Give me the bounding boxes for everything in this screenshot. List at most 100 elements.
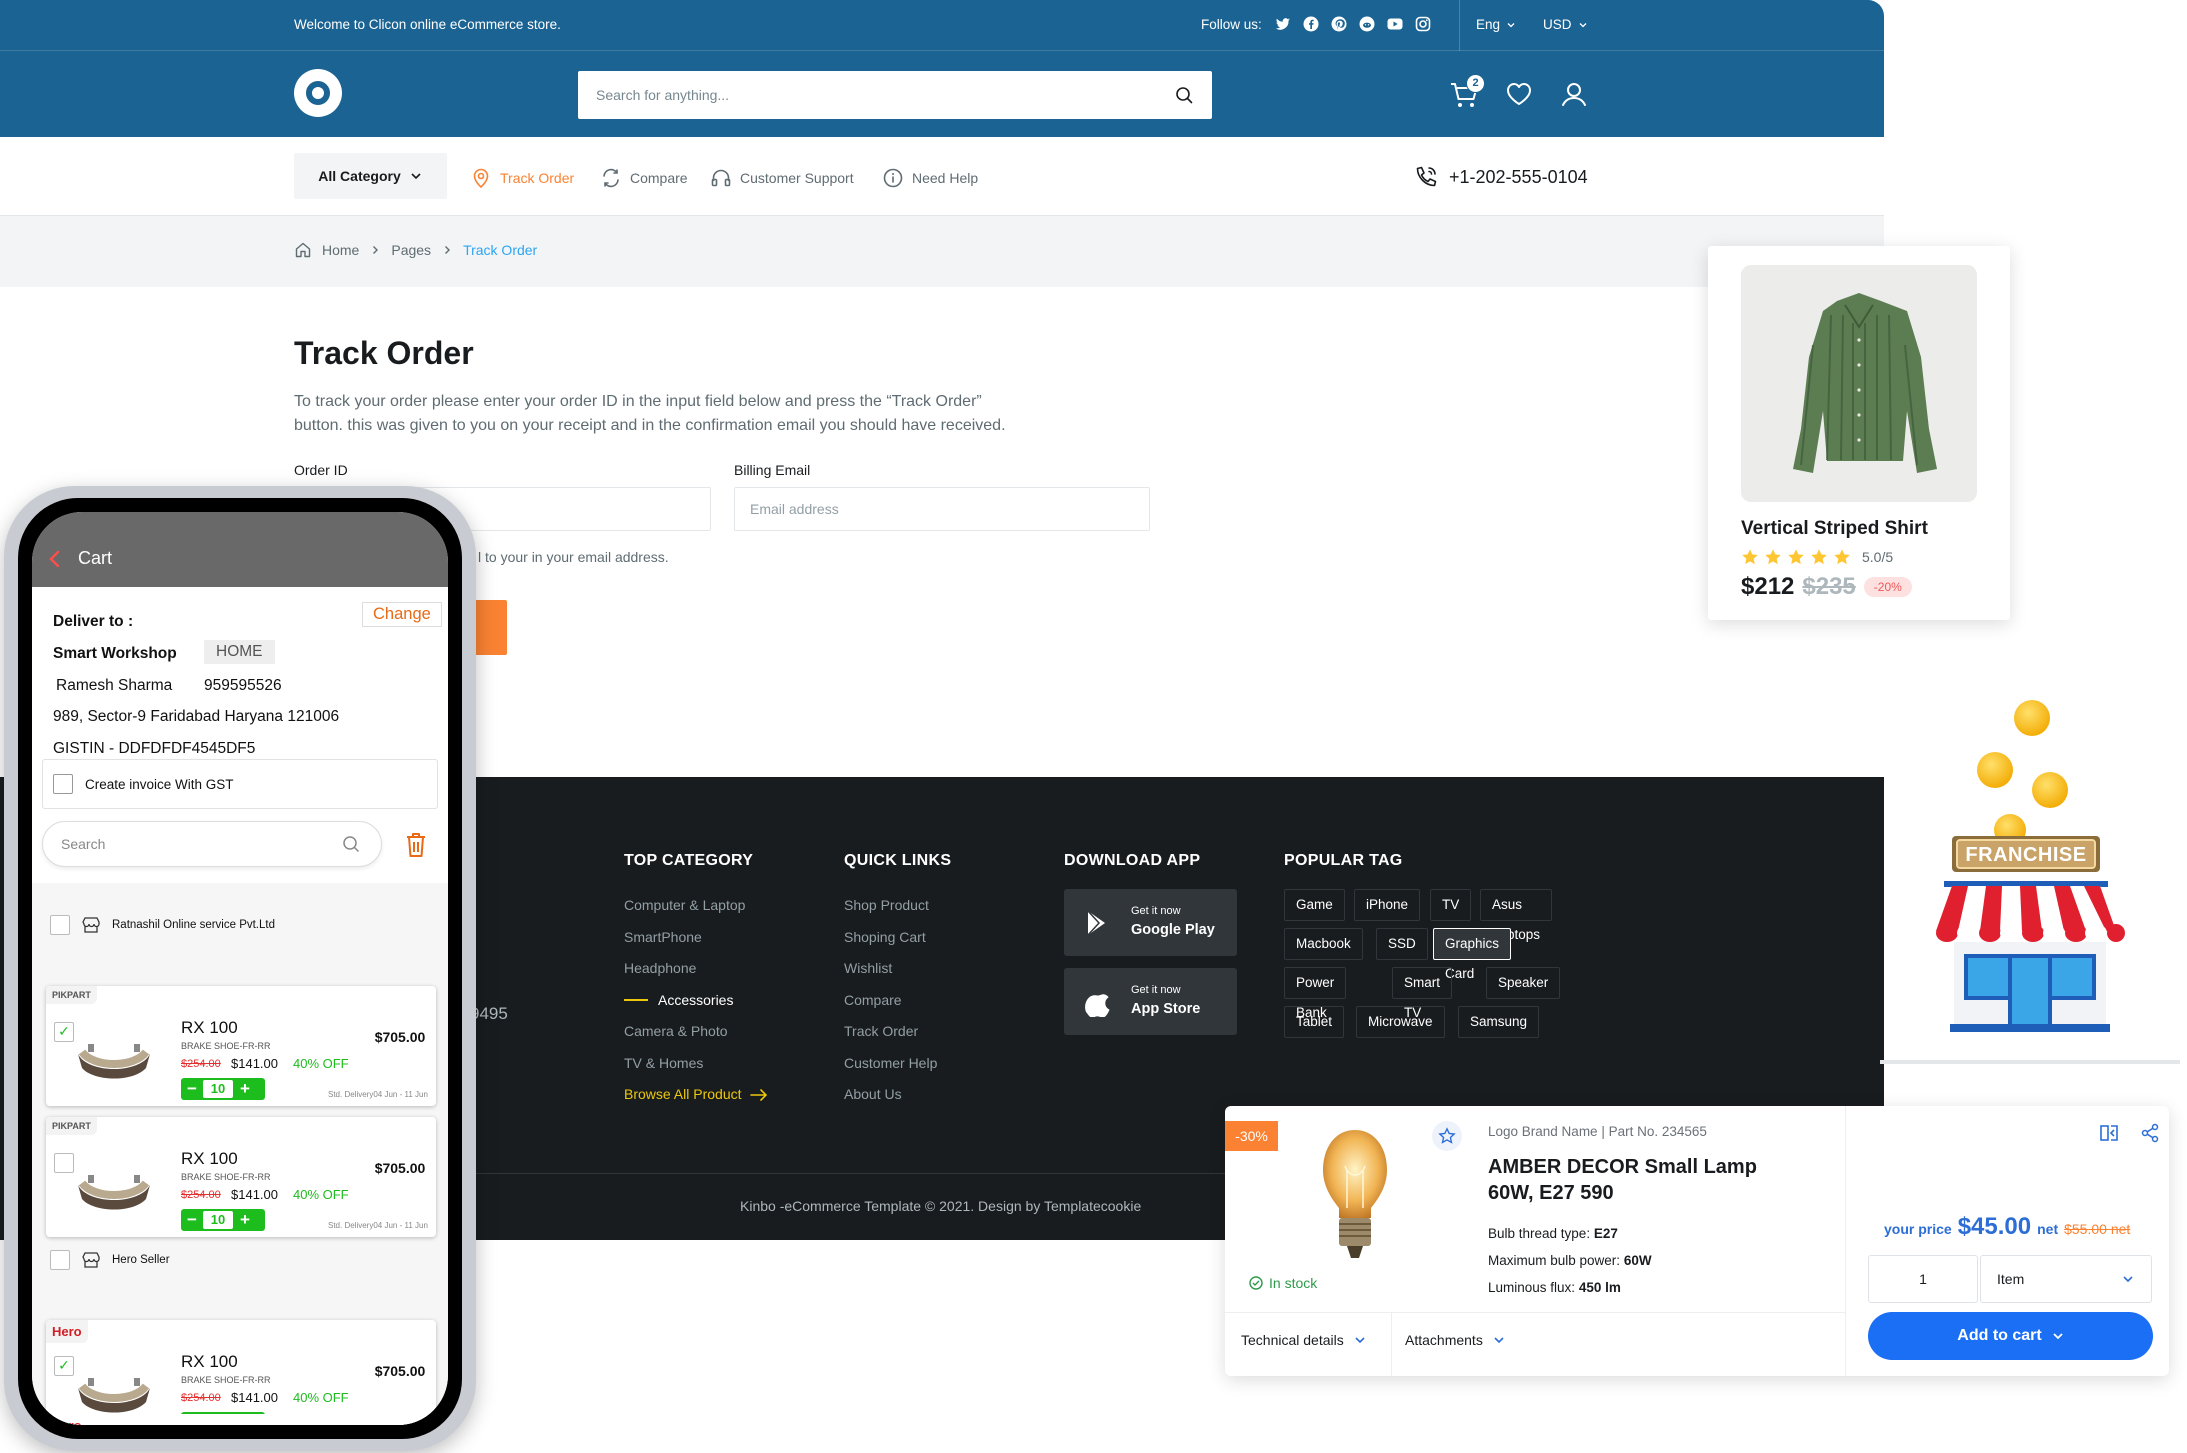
cart-item-card[interactable]: PIKPART ✓ RX 100 BRAKE SHOE-FR-RR $705.00 $25…	[46, 986, 436, 1106]
increment-button[interactable]: +	[233, 1079, 257, 1099]
attachments-tab[interactable]: Attachments	[1405, 1332, 1505, 1348]
search-icon[interactable]	[341, 834, 361, 854]
currency-select[interactable]: USD	[1543, 17, 1588, 32]
tag-chip[interactable]: SSD	[1376, 928, 1428, 960]
breadcrumb-pages[interactable]: Pages	[391, 242, 431, 258]
quick-links-title: QUICK LINKS	[844, 852, 952, 869]
phone-mockup: Cart Deliver to : Change Smart Workshop …	[4, 486, 476, 1451]
increment-button[interactable]: +	[233, 1210, 257, 1230]
tag-chip[interactable]: Power Bank	[1284, 967, 1347, 1020]
nav-customer-support[interactable]: Customer Support	[710, 167, 854, 189]
tag-chip[interactable]: Smart TV	[1392, 967, 1453, 1020]
tag-chip-active[interactable]: Graphics Card	[1433, 928, 1512, 981]
user-icon[interactable]	[1558, 78, 1590, 110]
old-price: $235	[1802, 573, 1856, 600]
footer-link[interactable]: TV & Homes	[624, 1048, 768, 1080]
workshop-name: Smart Workshop	[53, 645, 177, 662]
facebook-icon[interactable]	[1303, 16, 1319, 32]
spec-value: 450 lm	[1578, 1280, 1621, 1295]
tag-chip[interactable]: Game	[1284, 889, 1345, 921]
item-checkbox[interactable]: ✓	[54, 1022, 74, 1042]
seller-header[interactable]: Hero Seller	[50, 1250, 170, 1270]
billing-email-field[interactable]: Email address	[734, 487, 1150, 531]
footer-link[interactable]: Computer & Laptop	[624, 890, 768, 922]
footer-link[interactable]: Wishlist	[844, 953, 937, 985]
nav-compare[interactable]: Compare	[600, 167, 688, 189]
search-icon[interactable]	[1174, 85, 1194, 105]
tag-chip[interactable]: Macbook	[1284, 928, 1363, 960]
seller-checkbox[interactable]	[50, 915, 70, 935]
quantity-stepper[interactable]: −10+	[181, 1209, 265, 1231]
change-address-button[interactable]: Change	[362, 602, 442, 627]
divider	[1845, 1106, 1846, 1376]
quantity-value[interactable]: 10	[203, 1080, 233, 1098]
nav-track-order[interactable]: Track Order	[470, 167, 574, 189]
breadcrumb-home[interactable]: Home	[322, 242, 359, 258]
tag-chip[interactable]: iPhone	[1354, 889, 1421, 921]
nav-need-help[interactable]: Need Help	[882, 167, 978, 189]
address-line: 989, Sector-9 Faridabad Haryana 121006	[53, 708, 340, 725]
language-select[interactable]: Eng	[1476, 17, 1516, 32]
browse-all-link[interactable]: Browse All Product	[624, 1079, 768, 1111]
technical-details-label: Technical details	[1241, 1332, 1344, 1348]
tag-chip[interactable]: Speaker	[1486, 967, 1561, 999]
item-checkbox[interactable]: ✓	[54, 1356, 74, 1376]
seller-header[interactable]: Ratnashil Online service Pvt.Ltd	[50, 915, 275, 935]
add-to-cart-button[interactable]: Add to cart	[1868, 1312, 2153, 1360]
decrement-button[interactable]: −	[181, 1210, 203, 1230]
search-input[interactable]: Search for anything...	[578, 71, 1212, 119]
quantity-stepper[interactable]: −10+	[181, 1078, 265, 1100]
all-category-dropdown[interactable]: All Category	[294, 153, 447, 199]
tag-chip[interactable]: Microwave	[1356, 1006, 1445, 1038]
cart-item-card[interactable]: Hero ✓ RX 100 BRAKE SHOE-FR-RR $705.00 $254.0…	[46, 1320, 436, 1425]
trash-icon[interactable]	[406, 832, 426, 858]
back-arrow-icon[interactable]	[48, 550, 62, 568]
cart-item-card[interactable]: PIKPART RX 100 BRAKE SHOE-FR-RR $705.00 $254…	[46, 1117, 436, 1237]
cart-button[interactable]: 2	[1448, 74, 1485, 111]
footer-link-active[interactable]: Accessories	[624, 985, 768, 1017]
technical-details-tab[interactable]: Technical details	[1241, 1332, 1366, 1348]
app-store-button[interactable]: Get it now App Store	[1064, 968, 1237, 1035]
footer-link[interactable]: Camera & Photo	[624, 1016, 768, 1048]
footer-link[interactable]: Shop Product	[844, 890, 937, 922]
language-value: Eng	[1476, 17, 1501, 32]
footer-link[interactable]: Headphone	[624, 953, 768, 985]
quantity-input[interactable]: 1	[1868, 1255, 1978, 1303]
tag-chip[interactable]: TV	[1430, 889, 1472, 921]
popular-tag-title: POPULAR TAG	[1284, 852, 1403, 869]
tag-chip[interactable]: Asus Laptops	[1480, 889, 1553, 942]
reddit-icon[interactable]	[1359, 16, 1375, 32]
unit-select[interactable]: Item	[1980, 1255, 2152, 1303]
footer-link[interactable]: About Us	[844, 1079, 937, 1111]
decrement-button[interactable]: −	[181, 1079, 203, 1099]
pinterest-icon[interactable]	[1331, 16, 1347, 32]
footer-link[interactable]: SmartPhone	[624, 922, 768, 954]
youtube-icon[interactable]	[1387, 16, 1403, 32]
quantity-value[interactable]: 10	[203, 1211, 233, 1229]
share-icon[interactable]	[2140, 1123, 2160, 1143]
compare-icon[interactable]	[2099, 1123, 2119, 1143]
item-name: RX 100	[181, 1149, 238, 1168]
instagram-icon[interactable]	[1415, 16, 1431, 32]
welcome-text: Welcome to Clicon online eCommerce store…	[294, 17, 561, 32]
google-play-button[interactable]: Get it now Google Play	[1064, 889, 1237, 956]
twitter-icon[interactable]	[1275, 16, 1291, 32]
gst-checkbox[interactable]	[53, 774, 73, 794]
footer-link[interactable]: Compare	[844, 985, 937, 1017]
item-checkbox[interactable]	[54, 1153, 74, 1173]
footer-link[interactable]: Track Order	[844, 1016, 937, 1048]
cart-search-input[interactable]: Search	[42, 821, 382, 867]
phone-number: +1-202-555-0104	[1449, 166, 1588, 187]
logo[interactable]	[294, 69, 342, 117]
phone-contact[interactable]: +1-202-555-0104	[1413, 164, 1588, 190]
seller-checkbox[interactable]	[50, 1250, 70, 1270]
footer-link[interactable]: Customer Help	[844, 1048, 937, 1080]
favorite-button[interactable]	[1432, 1121, 1462, 1151]
heart-icon[interactable]	[1503, 78, 1535, 110]
product-card[interactable]: Vertical Striped Shirt 5.0/5 $212 $235 -…	[1708, 246, 2010, 620]
gst-invoice-option[interactable]: Create invoice With GST	[42, 759, 438, 809]
footer-link[interactable]: Shoping Cart	[844, 922, 937, 954]
tag-chip[interactable]: Tablet	[1284, 1006, 1345, 1038]
footer-link-label: Accessories	[658, 991, 734, 1008]
tag-chip[interactable]: Samsung	[1458, 1006, 1540, 1038]
